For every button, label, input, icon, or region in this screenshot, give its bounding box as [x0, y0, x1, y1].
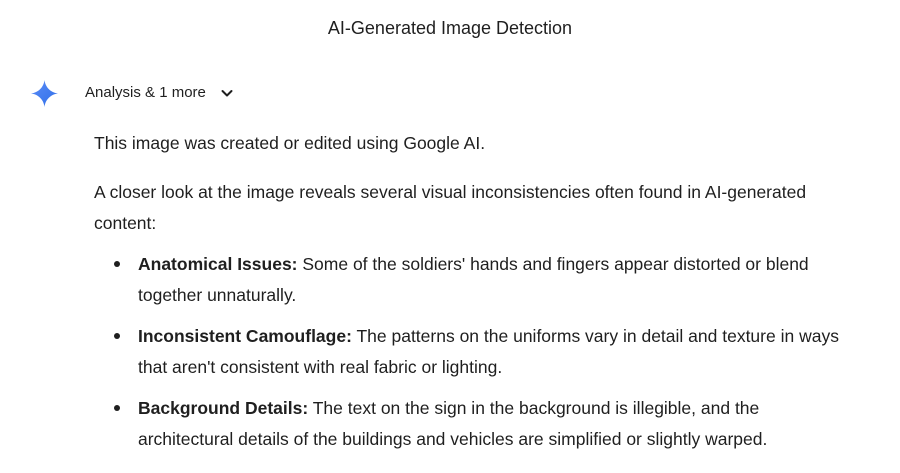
- list-item: Anatomical Issues: Some of the soldiers'…: [94, 249, 854, 311]
- bullet-icon: [114, 261, 120, 267]
- response-paragraph: A closer look at the image reveals sever…: [94, 182, 807, 233]
- list-item: Inconsistent Camouflage: The patterns on…: [94, 321, 854, 383]
- response-header: Analysis & 1 more: [30, 79, 234, 107]
- list-item: Background Details: The text on the sign…: [94, 393, 854, 455]
- tools-dropdown-label: Analysis & 1 more: [85, 84, 206, 101]
- bullet-icon: [114, 405, 120, 411]
- tools-dropdown-button[interactable]: Analysis & 1 more: [85, 83, 234, 103]
- list-item-title: Anatomical Issues:: [138, 254, 298, 274]
- page-title: AI-Generated Image Detection: [327, 18, 573, 38]
- response-paragraph: This image was created or edited using G…: [94, 133, 486, 153]
- gemini-sparkle-icon: [30, 79, 59, 108]
- findings-list: Anatomical Issues: Some of the soldiers'…: [94, 249, 854, 455]
- response-content: This image was created or edited using G…: [94, 128, 854, 465]
- list-item-title: Inconsistent Camouflage:: [138, 326, 352, 346]
- list-item-title: Background Details:: [138, 398, 309, 418]
- bullet-icon: [114, 333, 120, 339]
- chevron-down-icon: [220, 86, 234, 100]
